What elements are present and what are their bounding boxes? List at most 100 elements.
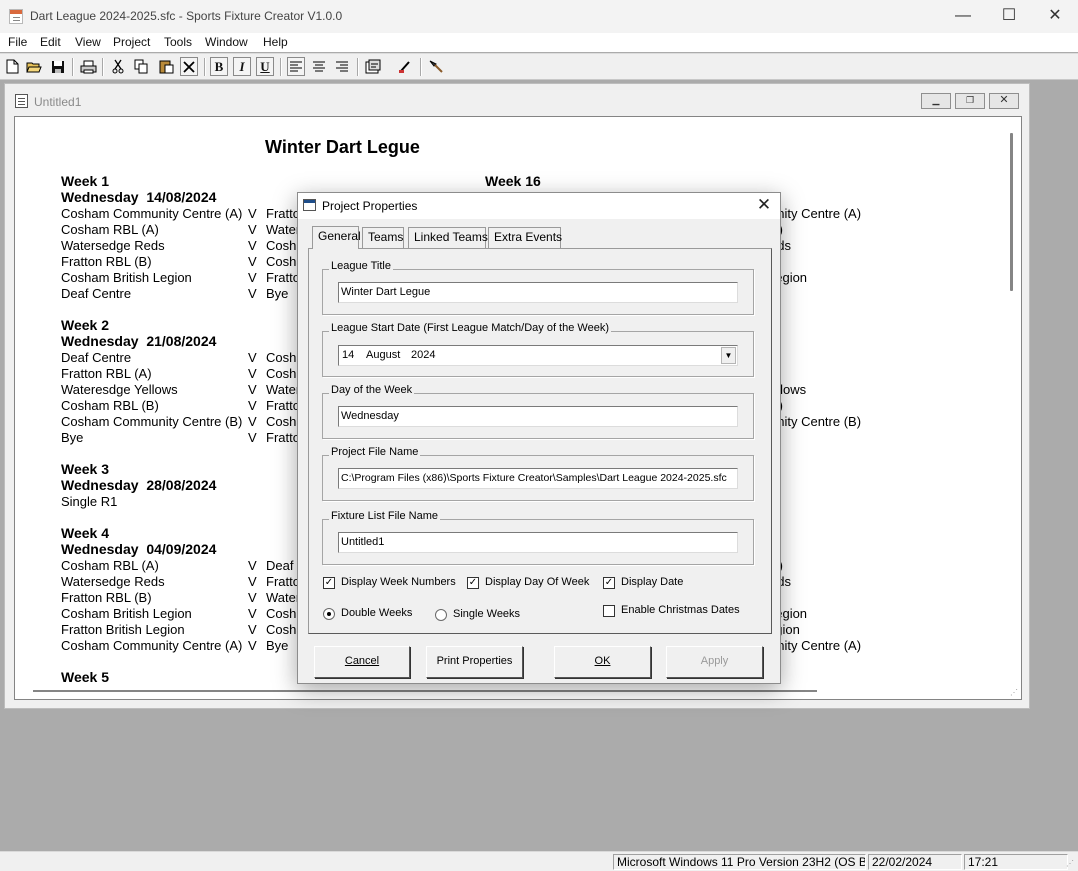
display-date-checkbox[interactable]: ✓ (603, 577, 615, 589)
ok-button[interactable]: OK (554, 646, 651, 678)
double-weeks-radio[interactable] (323, 608, 335, 620)
resize-grip-icon[interactable]: ⋰ (1010, 688, 1020, 698)
document-heading: Winter Dart Legue (265, 137, 420, 157)
tab-extra-events[interactable]: Extra Events (488, 227, 562, 248)
right-fixture-line: unity Centre (A) (770, 638, 862, 653)
save-icon[interactable] (49, 57, 67, 76)
versus: V (248, 622, 257, 637)
menu-window[interactable]: Window (205, 35, 248, 49)
dialog-close-button[interactable]: ✕ (753, 195, 775, 215)
status-grip-icon[interactable]: ⋰ (1066, 859, 1076, 869)
double-weeks-label: Double Weeks (341, 607, 413, 619)
fixture-file-input[interactable]: Untitled1 (338, 532, 738, 553)
new-file-icon[interactable] (3, 57, 21, 76)
align-center-icon[interactable] (310, 57, 328, 76)
properties-icon[interactable] (364, 57, 382, 76)
copy-icon[interactable] (132, 57, 150, 76)
align-right-icon[interactable] (333, 57, 351, 76)
window-title: Dart League 2024-2025.sfc - Sports Fixtu… (30, 9, 343, 23)
league-title-input[interactable]: Winter Dart Legue (338, 282, 738, 303)
display-week-numbers-checkbox[interactable]: ✓ (323, 577, 335, 589)
apply-button[interactable]: Apply (666, 646, 763, 678)
enable-christmas-checkbox[interactable] (603, 605, 615, 617)
menu-file[interactable]: File (8, 35, 27, 49)
home-team: Fratton RBL (B) (61, 254, 152, 269)
display-date-label: Display Date (621, 576, 684, 588)
display-day-of-week-label: Display Day Of Week (485, 576, 590, 588)
delete-icon[interactable] (180, 57, 198, 76)
child-close-button[interactable]: ✕ (989, 93, 1019, 109)
chevron-down-icon[interactable]: ▼ (721, 347, 736, 364)
week-date: Wednesday 21/08/2024 (61, 333, 217, 349)
horizontal-scrollbar[interactable]: ⋰ (15, 683, 1021, 699)
menu-edit[interactable]: Edit (40, 35, 61, 49)
week-label: Week 5 (61, 669, 109, 683)
status-date: 22/02/2024 (868, 854, 962, 870)
menu-bar: File Edit View Project Tools Window Help (0, 33, 1078, 52)
cut-icon[interactable] (109, 57, 127, 76)
toolbar-separator (420, 58, 421, 76)
tab-linked-teams[interactable]: Linked Teams (408, 227, 488, 248)
minimize-button[interactable]: — (940, 0, 986, 33)
display-day-of-week-checkbox[interactable]: ✓ (467, 577, 479, 589)
versus: V (248, 430, 257, 445)
toolbar-separator (280, 58, 281, 76)
italic-button[interactable]: I (233, 57, 251, 76)
home-team: Cosham RBL (A) (61, 222, 159, 237)
paste-icon[interactable] (157, 57, 175, 76)
week-label: Week 3 (61, 461, 109, 477)
close-button[interactable]: ✕ (1032, 0, 1078, 33)
project-file-field[interactable]: C:\Program Files (x86)\Sports Fixture Cr… (338, 468, 738, 489)
versus: V (248, 574, 257, 589)
versus: V (248, 222, 257, 237)
fixture-line: Single R1 (61, 494, 118, 509)
bold-button[interactable]: B (210, 57, 228, 76)
status-bar: Microsoft Windows 11 Pro Version 23H2 (O… (0, 851, 1078, 871)
versus: V (248, 398, 257, 413)
start-date-picker[interactable]: 14 August 2024 ▼ (338, 345, 738, 366)
tab-teams[interactable]: Teams (362, 227, 404, 248)
right-fixture-line: unity Centre (A) (770, 206, 862, 221)
week-date: Wednesday 04/09/2024 (61, 541, 217, 557)
dialog-title-bar: Project Properties ✕ (298, 193, 780, 219)
maximize-button[interactable]: ☐ (986, 0, 1032, 33)
toolbar: B I U (0, 53, 1078, 80)
child-restore-button[interactable]: ❐ (955, 93, 985, 109)
menu-help[interactable]: Help (263, 35, 288, 49)
print-icon[interactable] (79, 57, 97, 76)
week-label: Week 2 (61, 317, 109, 333)
horizontal-scroll-thumb[interactable] (33, 690, 817, 692)
menu-view[interactable]: View (75, 35, 101, 49)
project-file-label: Project File Name (329, 446, 421, 458)
start-date-month: August (366, 349, 401, 361)
toolbar-separator (72, 58, 73, 76)
tab-general[interactable]: General (312, 226, 361, 249)
open-folder-icon[interactable] (25, 57, 43, 76)
home-team: Fratton RBL (B) (61, 590, 152, 605)
toolbar-separator (204, 58, 205, 76)
right-fixture-line: unity Centre (B) (770, 414, 862, 429)
align-left-icon[interactable] (287, 57, 305, 76)
versus: V (248, 638, 257, 653)
day-of-week-field[interactable]: Wednesday (338, 406, 738, 427)
menu-project[interactable]: Project (113, 35, 150, 49)
cancel-button[interactable]: Cancel (314, 646, 410, 678)
edit-tool-icon[interactable] (396, 57, 414, 76)
tools-hammer-icon[interactable] (427, 57, 445, 76)
title-bar: Dart League 2024-2025.sfc - Sports Fixtu… (0, 0, 1078, 33)
versus: V (248, 254, 257, 269)
print-properties-button[interactable]: Print Properties (426, 646, 523, 678)
child-minimize-button[interactable]: ▁ (921, 93, 951, 109)
menu-tools[interactable]: Tools (164, 35, 192, 49)
league-title-label: League Title (329, 260, 393, 272)
single-weeks-label: Single Weeks (453, 608, 521, 620)
versus: V (248, 558, 257, 573)
vertical-scrollbar[interactable] (1004, 117, 1021, 683)
versus: V (248, 286, 257, 301)
home-team: Bye (61, 430, 84, 445)
underline-button[interactable]: U (256, 57, 274, 76)
start-date-label: League Start Date (First League Match/Da… (329, 322, 611, 334)
single-weeks-radio[interactable] (435, 609, 447, 621)
home-team: Cosham RBL (A) (61, 558, 159, 573)
vertical-scroll-thumb[interactable] (1010, 133, 1013, 291)
